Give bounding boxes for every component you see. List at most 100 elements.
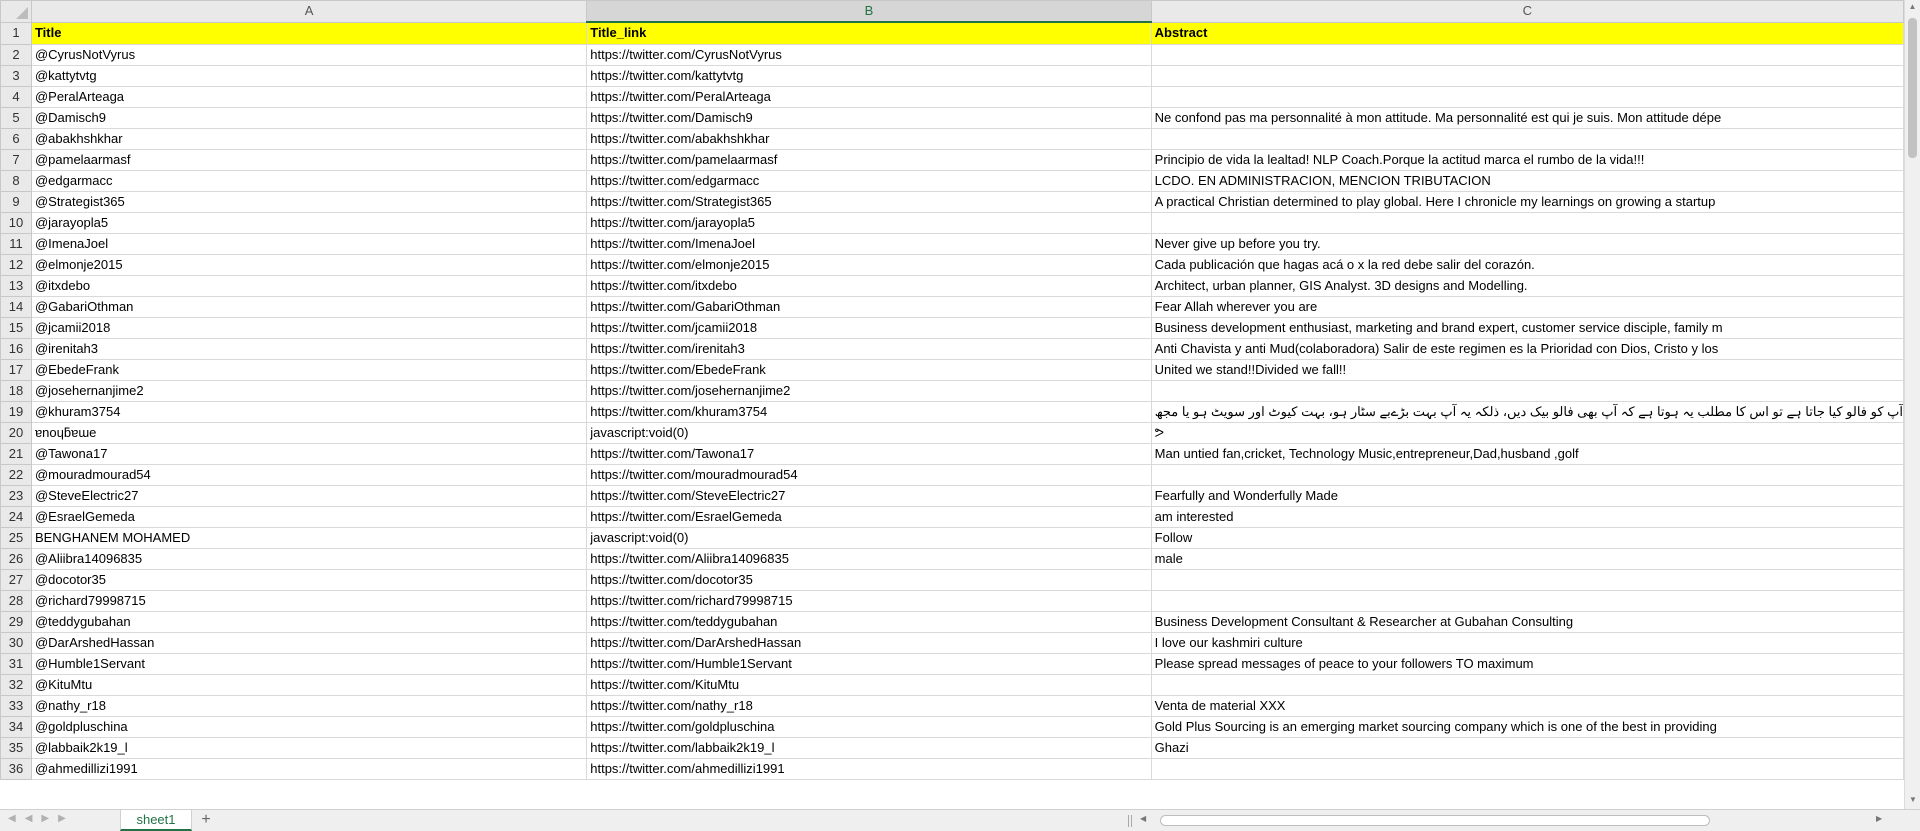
cell-title[interactable]: @GabariOthman bbox=[30, 295, 588, 318]
row-header[interactable]: 22 bbox=[0, 463, 32, 486]
cell-header-abstract[interactable]: Abstract bbox=[1150, 21, 1904, 45]
cell-title-link[interactable]: https://twitter.com/EbedeFrank bbox=[586, 358, 1152, 381]
scroll-up-icon[interactable]: ▲ bbox=[1905, 0, 1920, 14]
row-header[interactable]: 21 bbox=[0, 442, 32, 465]
cell-abstract[interactable]: Fearfully and Wonderfully Made bbox=[1150, 484, 1904, 507]
cell-abstract[interactable]: ᕗ bbox=[1150, 421, 1904, 444]
tab-split-handle[interactable] bbox=[1128, 815, 1132, 827]
cell-title[interactable]: @PeralArteaga bbox=[30, 85, 588, 108]
cell-title-link[interactable]: https://twitter.com/irenitah3 bbox=[586, 337, 1152, 360]
cell-abstract[interactable]: LCDO. EN ADMINISTRACION, MENCION TRIBUTA… bbox=[1150, 169, 1904, 192]
cell-title[interactable]: @Humble1Servant bbox=[30, 652, 588, 675]
cell-abstract[interactable] bbox=[1150, 379, 1904, 402]
cell-title[interactable]: @Strategist365 bbox=[30, 190, 588, 213]
cell-title[interactable]: @jarayopla5 bbox=[30, 211, 588, 234]
cell-title[interactable]: @elmonje2015 bbox=[30, 253, 588, 276]
vertical-scrollbar[interactable]: ▲ ▼ bbox=[1904, 0, 1920, 809]
row-header[interactable]: 6 bbox=[0, 127, 32, 150]
cell-abstract[interactable]: Fear Allah wherever you are bbox=[1150, 295, 1904, 318]
cell-abstract[interactable]: Business development enthusiast, marketi… bbox=[1150, 316, 1904, 339]
cell-abstract[interactable] bbox=[1150, 757, 1904, 780]
row-header[interactable]: 19 bbox=[0, 400, 32, 423]
cell-title[interactable]: @kattytvtg bbox=[30, 64, 588, 87]
cell-abstract[interactable]: Ghazi bbox=[1150, 736, 1904, 759]
row-header[interactable]: 7 bbox=[0, 148, 32, 171]
add-sheet-button[interactable]: + bbox=[196, 810, 216, 831]
row-header[interactable]: 28 bbox=[0, 589, 32, 612]
cell-abstract[interactable]: United we stand!!Divided we fall!! bbox=[1150, 358, 1904, 381]
cell-title[interactable]: @DarArshedHassan bbox=[30, 631, 588, 654]
row-header[interactable]: 16 bbox=[0, 337, 32, 360]
cell-title[interactable]: @itxdebo bbox=[30, 274, 588, 297]
cell-title-link[interactable]: https://twitter.com/labbaik2k19_l bbox=[586, 736, 1152, 759]
cell-title-link[interactable]: https://twitter.com/elmonje2015 bbox=[586, 253, 1152, 276]
row-header[interactable]: 5 bbox=[0, 106, 32, 129]
cell-title-link[interactable]: https://twitter.com/richard79998715 bbox=[586, 589, 1152, 612]
cell-abstract[interactable] bbox=[1150, 568, 1904, 591]
cell-title[interactable]: @Damisch9 bbox=[30, 106, 588, 129]
cell-title[interactable]: @nathy_r18 bbox=[30, 694, 588, 717]
cell-title-link[interactable]: https://twitter.com/nathy_r18 bbox=[586, 694, 1152, 717]
cell-abstract[interactable]: Gold Plus Sourcing is an emerging market… bbox=[1150, 715, 1904, 738]
vertical-scroll-thumb[interactable] bbox=[1908, 18, 1917, 158]
cell-title[interactable]: @EsraelGemeda bbox=[30, 505, 588, 528]
cell-title[interactable]: @CyrusNotVyrus bbox=[30, 43, 588, 66]
cell-title-link[interactable]: https://twitter.com/CyrusNotVyrus bbox=[586, 43, 1152, 66]
row-header[interactable]: 8 bbox=[0, 169, 32, 192]
cell-abstract[interactable]: am interested bbox=[1150, 505, 1904, 528]
row-header[interactable]: 27 bbox=[0, 568, 32, 591]
cell-title[interactable]: @Tawona17 bbox=[30, 442, 588, 465]
cell-title[interactable]: @jcamii2018 bbox=[30, 316, 588, 339]
cell-title-link[interactable]: https://twitter.com/PeralArteaga bbox=[586, 85, 1152, 108]
cell-title-link[interactable]: https://twitter.com/khuram3754 bbox=[586, 400, 1152, 423]
cell-abstract[interactable] bbox=[1150, 673, 1904, 696]
row-header[interactable]: 31 bbox=[0, 652, 32, 675]
cell-title[interactable]: @Aliibra14096835 bbox=[30, 547, 588, 570]
cell-abstract[interactable]: Business Development Consultant & Resear… bbox=[1150, 610, 1904, 633]
spreadsheet-grid[interactable]: A B C 1 Title Title_link Abstract 2 @Cyru… bbox=[0, 0, 1904, 809]
cell-title[interactable]: @labbaik2k19_l bbox=[30, 736, 588, 759]
row-header[interactable]: 33 bbox=[0, 694, 32, 717]
cell-title[interactable]: @josehernanjime2 bbox=[30, 379, 588, 402]
cell-abstract[interactable] bbox=[1150, 211, 1904, 234]
row-header[interactable]: 35 bbox=[0, 736, 32, 759]
cell-abstract[interactable] bbox=[1150, 64, 1904, 87]
cell-abstract[interactable]: Cada publicación que hagas acá o x la re… bbox=[1150, 253, 1904, 276]
row-header[interactable]: 17 bbox=[0, 358, 32, 381]
row-header[interactable]: 29 bbox=[0, 610, 32, 633]
column-header-c[interactable]: C bbox=[1150, 0, 1904, 23]
row-header[interactable]: 9 bbox=[0, 190, 32, 213]
cell-title-link[interactable]: https://twitter.com/GabariOthman bbox=[586, 295, 1152, 318]
row-header[interactable]: 34 bbox=[0, 715, 32, 738]
row-header[interactable]: 14 bbox=[0, 295, 32, 318]
cell-title[interactable]: @pamelaarmasf bbox=[30, 148, 588, 171]
cell-abstract[interactable]: Follow bbox=[1150, 526, 1904, 549]
select-all-corner[interactable] bbox=[0, 0, 32, 23]
row-header[interactable]: 18 bbox=[0, 379, 32, 402]
cell-title-link[interactable]: https://twitter.com/goldpluschina bbox=[586, 715, 1152, 738]
row-header[interactable]: 10 bbox=[0, 211, 32, 234]
cell-title[interactable]: @mouradmourad54 bbox=[30, 463, 588, 486]
grid-table[interactable]: A B C 1 Title Title_link Abstract 2 @Cyru… bbox=[0, 0, 1904, 780]
cell-abstract[interactable]: A practical Christian determined to play… bbox=[1150, 190, 1904, 213]
cell-title[interactable]: ɐnoɥƃɐɯe bbox=[30, 421, 588, 444]
cell-abstract[interactable]: I love our kashmiri culture bbox=[1150, 631, 1904, 654]
cell-title-link[interactable]: javascript:void(0) bbox=[586, 421, 1152, 444]
cell-abstract[interactable]: Ne confond pas ma personnalité à mon att… bbox=[1150, 106, 1904, 129]
cell-title[interactable]: @EbedeFrank bbox=[30, 358, 588, 381]
cell-title-link[interactable]: https://twitter.com/Humble1Servant bbox=[586, 652, 1152, 675]
cell-abstract[interactable] bbox=[1150, 589, 1904, 612]
cell-title-link[interactable]: https://twitter.com/jarayopla5 bbox=[586, 211, 1152, 234]
cell-abstract[interactable]: Venta de material XXX bbox=[1150, 694, 1904, 717]
cell-title[interactable]: @edgarmacc bbox=[30, 169, 588, 192]
cell-title-link[interactable]: https://twitter.com/Damisch9 bbox=[586, 106, 1152, 129]
cell-title-link[interactable]: https://twitter.com/Aliibra14096835 bbox=[586, 547, 1152, 570]
scroll-left-icon[interactable]: ◀ bbox=[1140, 814, 1146, 823]
cell-abstract[interactable]: Please spread messages of peace to your … bbox=[1150, 652, 1904, 675]
cell-abstract[interactable]: Anti Chavista y anti Mud(colaboradora) S… bbox=[1150, 337, 1904, 360]
cell-title-link[interactable]: https://twitter.com/teddygubahan bbox=[586, 610, 1152, 633]
cell-title-link[interactable]: https://twitter.com/KituMtu bbox=[586, 673, 1152, 696]
column-header-b[interactable]: B bbox=[586, 0, 1152, 23]
cell-title[interactable]: @ImenaJoel bbox=[30, 232, 588, 255]
cell-title-link[interactable]: https://twitter.com/pamelaarmasf bbox=[586, 148, 1152, 171]
